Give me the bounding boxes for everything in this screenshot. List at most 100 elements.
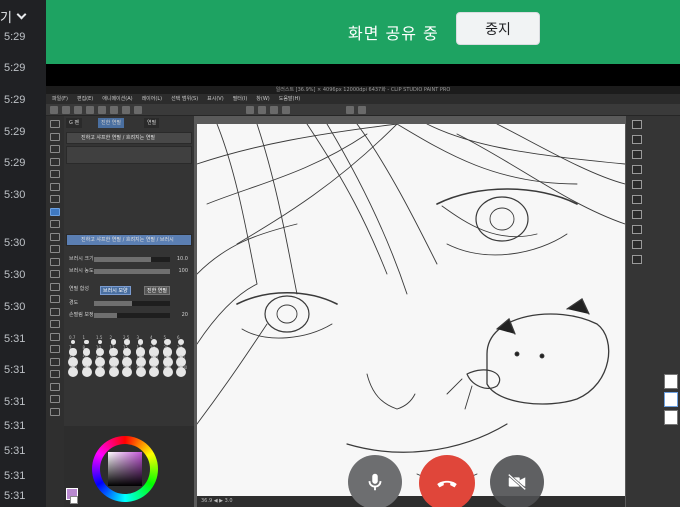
property-row[interactable]: 브러시 크기 10.0 bbox=[66, 254, 192, 265]
tool-icon[interactable] bbox=[50, 307, 60, 316]
brush-size-dot[interactable] bbox=[95, 367, 105, 377]
menu-item[interactable]: 필터(I) bbox=[233, 96, 248, 102]
tool-icon[interactable] bbox=[50, 332, 60, 341]
tool-icon[interactable] bbox=[50, 295, 60, 303]
tool-icon[interactable] bbox=[50, 207, 60, 216]
menu-item[interactable]: 편집(E) bbox=[77, 96, 93, 102]
camera-button[interactable] bbox=[490, 455, 544, 507]
saturation-value-picker[interactable] bbox=[108, 452, 142, 486]
toolbar-icon[interactable] bbox=[346, 106, 354, 114]
tool-icon[interactable] bbox=[50, 257, 60, 266]
chat-timestamp: 5:31 bbox=[4, 470, 26, 482]
toolbar-icon[interactable] bbox=[134, 106, 142, 114]
tool-icon[interactable] bbox=[50, 382, 60, 391]
menu-item[interactable]: 파일(F) bbox=[52, 96, 68, 102]
property-slider[interactable] bbox=[94, 269, 170, 274]
panel-icon[interactable] bbox=[632, 135, 642, 144]
brush-preset[interactable]: 진하고 샤프한 연필 / 흐려지는 연필 bbox=[66, 132, 192, 144]
chevron-down-icon[interactable] bbox=[16, 9, 27, 19]
brush-size-dot[interactable] bbox=[81, 367, 92, 377]
property-value: 10.0 bbox=[176, 256, 188, 262]
toolbar-icon[interactable] bbox=[122, 106, 130, 114]
tool-icon[interactable] bbox=[50, 345, 60, 353]
drawing-canvas[interactable] bbox=[197, 124, 625, 496]
layer-thumbnail[interactable] bbox=[664, 410, 678, 425]
property-row[interactable]: 손떨림 보정 20 bbox=[66, 310, 192, 321]
subtool-tab-1[interactable]: G 펜 bbox=[66, 118, 83, 128]
menu-item[interactable]: 표시(V) bbox=[207, 96, 224, 102]
tool-icon[interactable] bbox=[50, 182, 60, 191]
toolbar-icon[interactable] bbox=[74, 106, 82, 114]
stop-sharing-button[interactable]: 중지 bbox=[456, 12, 540, 45]
toolbar-icon[interactable] bbox=[358, 106, 366, 114]
menu-item[interactable]: 창(W) bbox=[256, 96, 269, 102]
panel-icon[interactable] bbox=[632, 120, 642, 129]
color-wheel[interactable] bbox=[92, 436, 158, 502]
tool-icon[interactable] bbox=[50, 232, 60, 241]
tool-icon[interactable] bbox=[50, 407, 60, 416]
brush-size-dot[interactable] bbox=[71, 340, 75, 344]
panel-icon[interactable] bbox=[632, 225, 642, 234]
tool-icon[interactable] bbox=[50, 282, 60, 291]
microphone-button[interactable] bbox=[348, 455, 402, 507]
brush-size-dot[interactable] bbox=[97, 339, 103, 345]
brush-size-dot[interactable] bbox=[176, 367, 186, 377]
menu-item[interactable]: 선택 범위(S) bbox=[171, 96, 198, 102]
brush-size-dot[interactable] bbox=[135, 367, 146, 377]
panel-icon[interactable] bbox=[632, 255, 642, 264]
brush-size-dot[interactable] bbox=[84, 339, 89, 345]
toolbar-icon[interactable] bbox=[258, 106, 266, 114]
layer-thumbnail[interactable] bbox=[664, 392, 678, 407]
tool-icon[interactable] bbox=[50, 320, 60, 328]
toolbar-icon[interactable] bbox=[246, 106, 254, 114]
toolbar-icon[interactable] bbox=[98, 106, 106, 114]
panel-icon[interactable] bbox=[632, 210, 642, 219]
tool-icon[interactable] bbox=[50, 395, 60, 403]
layer-thumbnail[interactable] bbox=[664, 374, 678, 389]
brush-preset-selected[interactable]: 진하고 샤프한 연필 / 흐려지는 연필 / 브러시 bbox=[66, 234, 192, 246]
sub-color-swatch[interactable] bbox=[70, 496, 78, 504]
tool-icon[interactable] bbox=[50, 120, 60, 128]
brush-size-dot[interactable] bbox=[162, 367, 173, 377]
toolbar-icon[interactable] bbox=[86, 106, 94, 114]
tool-icon[interactable] bbox=[50, 270, 60, 278]
panel-icon[interactable] bbox=[632, 165, 642, 174]
property-slider[interactable] bbox=[94, 301, 170, 306]
property-slider[interactable] bbox=[94, 313, 170, 318]
brush-size-dot[interactable] bbox=[68, 367, 78, 377]
menu-item[interactable]: 레이어(L) bbox=[142, 96, 163, 102]
property-row[interactable]: 경도 bbox=[66, 298, 192, 309]
property-slider[interactable] bbox=[94, 257, 170, 262]
panel-icon[interactable] bbox=[632, 180, 642, 189]
slider-fill bbox=[94, 269, 170, 274]
panel-icon[interactable] bbox=[632, 150, 642, 159]
tool-icon[interactable] bbox=[50, 170, 60, 178]
subtool-tab-3[interactable]: 연필 bbox=[144, 118, 160, 128]
toolbar-icon[interactable] bbox=[270, 106, 278, 114]
chat-header[interactable]: 기 bbox=[0, 0, 46, 32]
brush-size-dot[interactable] bbox=[124, 339, 130, 345]
tool-icon[interactable] bbox=[50, 132, 60, 141]
tool-icon[interactable] bbox=[50, 370, 60, 378]
tool-icon[interactable] bbox=[50, 220, 60, 228]
panel-icon[interactable] bbox=[632, 240, 642, 249]
toolbar-icon[interactable] bbox=[62, 106, 70, 114]
toolbar-icon[interactable] bbox=[282, 106, 290, 114]
tool-icon[interactable] bbox=[50, 245, 60, 253]
brush-size-dot[interactable] bbox=[122, 367, 132, 377]
menu-item[interactable]: 애니메이션(A) bbox=[102, 96, 132, 102]
brush-size-dot[interactable] bbox=[110, 339, 117, 345]
tool-icon[interactable] bbox=[50, 195, 60, 203]
subtool-tab-2[interactable]: 진한 연필 bbox=[98, 118, 124, 128]
toolbar-icon[interactable] bbox=[110, 106, 118, 114]
toolbar-icon[interactable] bbox=[50, 106, 58, 114]
tool-icon[interactable] bbox=[50, 157, 60, 166]
property-row[interactable]: 브러시 농도 100 bbox=[66, 266, 192, 277]
hang-up-button[interactable] bbox=[419, 455, 475, 507]
tool-icon[interactable] bbox=[50, 357, 60, 366]
brush-size-dot[interactable] bbox=[149, 367, 159, 377]
panel-icon[interactable] bbox=[632, 195, 642, 204]
tool-icon[interactable] bbox=[50, 145, 60, 153]
menu-item[interactable]: 도움말(H) bbox=[279, 96, 300, 102]
brush-size-dot[interactable] bbox=[108, 367, 119, 377]
